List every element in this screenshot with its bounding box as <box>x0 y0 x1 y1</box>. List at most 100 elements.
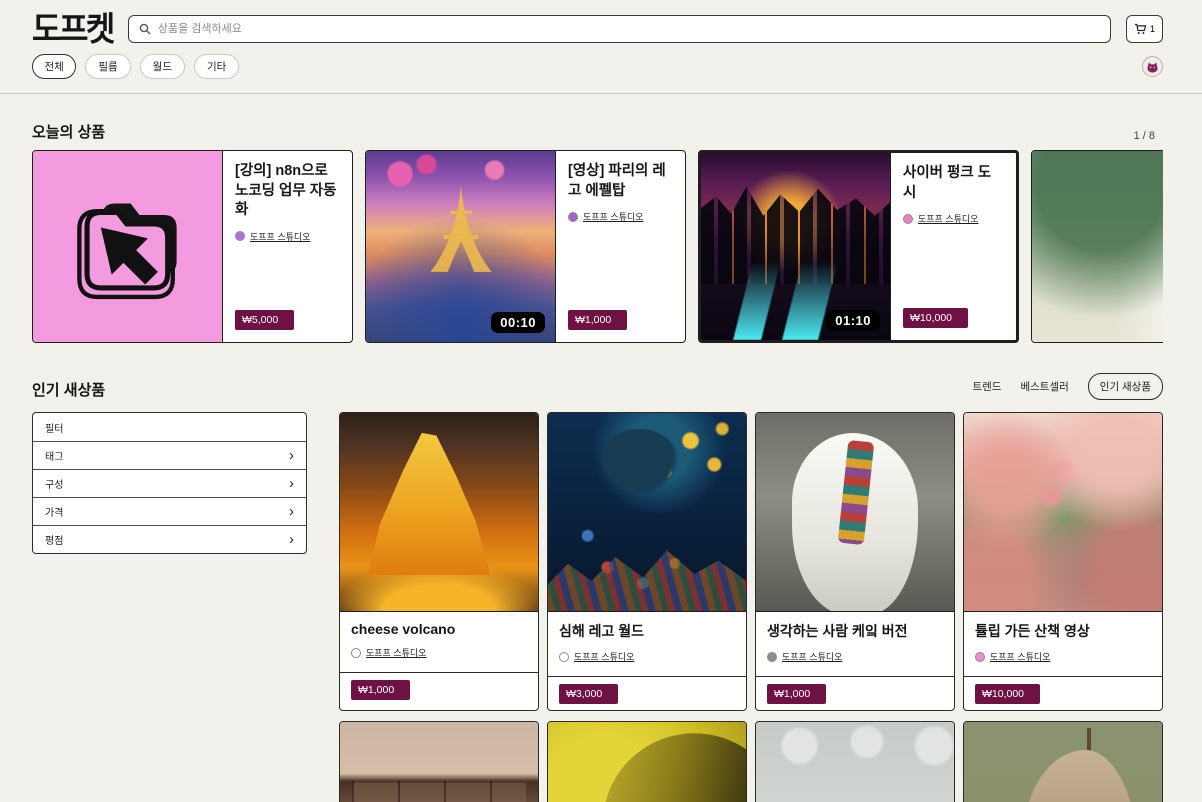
price-badge: ₩1,000 <box>351 680 410 700</box>
seller-name: 도프프 스튜디오 <box>990 650 1050 663</box>
seller-link[interactable]: 도프프 스튜디오 <box>903 212 1004 225</box>
chip-world[interactable]: 월드 <box>140 54 185 79</box>
today-card-paris-lego[interactable]: 00:10 [영상] 파리의 레고 에펠탑 도프프 스튜디오 ₩1,000 <box>365 150 686 343</box>
carousel-pagination: 1 / 8 <box>1134 130 1163 142</box>
chevron-right-icon: › <box>289 476 294 491</box>
filter-item-label: 태그 <box>45 448 63 463</box>
chip-film[interactable]: 필름 <box>85 54 130 79</box>
today-card-n8n-course[interactable]: [강의] n8n으로 노코딩 업무 자동화 도프프 스튜디오 ₩5,000 <box>32 150 353 343</box>
product-image-yellow-lamp <box>548 722 746 802</box>
filter-item-composition[interactable]: 구성 › <box>33 469 306 497</box>
popular-tabs: 트렌드 베스트셀러 인기 새상품 <box>972 373 1163 400</box>
chevron-right-icon: › <box>289 448 294 463</box>
price-badge: ₩10,000 <box>975 684 1040 704</box>
store-window-shape <box>352 781 526 802</box>
search-input[interactable] <box>158 23 1100 35</box>
cat-icon <box>1146 61 1159 73</box>
seller-avatar <box>767 652 777 662</box>
product-image-cyberpunk-city: 01:10 <box>701 153 891 340</box>
product-image-deep-sea-lego <box>548 413 746 612</box>
product-card-thinker-cake[interactable]: 생각하는 사람 케잌 버전 도프프 스튜디오 ₩1,000 <box>755 412 955 711</box>
seller-name: 도프프 스튜디오 <box>574 650 634 663</box>
filter-sidebar: 필터 태그 › 구성 › 가격 › 평점 › <box>32 412 307 554</box>
cart-icon <box>1134 23 1147 35</box>
seller-name: 도프프 스튜디오 <box>583 210 643 223</box>
folder-cursor-icon <box>64 183 192 311</box>
seller-link[interactable]: 도프프 스튜디오 <box>767 650 943 663</box>
product-card-storefront[interactable] <box>339 721 539 802</box>
seller-avatar <box>351 648 361 658</box>
video-duration-badge: 00:10 <box>491 312 545 333</box>
product-title: 튤립 가든 산책 영상 <box>975 621 1151 641</box>
seller-link[interactable]: 도프프 스튜디오 <box>975 650 1151 663</box>
logo[interactable]: 도프켓 <box>32 12 113 45</box>
product-card-cheese-volcano[interactable]: cheese volcano 도프프 스튜디오 ₩1,000 <box>339 412 539 711</box>
seller-avatar <box>235 231 245 241</box>
category-filter-chips: 전체 필름 월드 기타 <box>32 54 239 79</box>
today-carousel: [강의] n8n으로 노코딩 업무 자동화 도프프 스튜디오 ₩5,000 00… <box>32 150 1163 343</box>
header-divider <box>0 93 1202 94</box>
search-icon <box>139 23 151 35</box>
city-skyline-shape <box>701 187 890 284</box>
price-badge: ₩3,000 <box>559 684 618 704</box>
user-avatar[interactable] <box>1142 56 1163 77</box>
filter-item-label: 구성 <box>45 476 63 491</box>
filter-item-price[interactable]: 가격 › <box>33 497 306 525</box>
seller-name: 도프프 스튜디오 <box>366 646 426 659</box>
cart-count: 1 <box>1150 24 1155 35</box>
sprout-shape <box>1087 728 1091 752</box>
product-image-stone-thinker <box>964 722 1162 802</box>
seller-link[interactable]: 도프프 스튜디오 <box>568 210 673 223</box>
product-image-clothing-storefront <box>340 722 538 802</box>
lamp-shade-shape <box>579 722 746 802</box>
product-card-stone-thinker[interactable] <box>963 721 1163 802</box>
seller-avatar <box>568 212 578 222</box>
filter-item-rating[interactable]: 평점 › <box>33 525 306 553</box>
product-image-balcony-cafe <box>1032 151 1163 342</box>
tab-popular-new[interactable]: 인기 새상품 <box>1088 373 1163 400</box>
product-title: [강의] n8n으로 노코딩 업무 자동화 <box>235 162 340 221</box>
filter-item-label: 가격 <box>45 504 63 519</box>
product-card-deep-sea-lego[interactable]: 심해 레고 월드 도프프 스튜디오 ₩3,000 <box>547 412 747 711</box>
product-title: cheese volcano <box>351 621 527 637</box>
filter-item-label: 평점 <box>45 532 63 547</box>
seller-name: 도프프 스튜디오 <box>782 650 842 663</box>
seller-link[interactable]: 도프프 스튜디오 <box>351 646 527 659</box>
product-card-tulip-garden[interactable]: 튤립 가든 산책 영상 도프프 스튜디오 ₩10,000 <box>963 412 1163 711</box>
chevron-right-icon: › <box>289 532 294 547</box>
seller-avatar <box>559 652 569 662</box>
section-title-today: 오늘의 상품 <box>32 121 105 142</box>
product-grid: cheese volcano 도프프 스튜디오 ₩1,000 <box>339 412 1163 802</box>
seller-avatar <box>903 214 913 224</box>
filter-title: 필터 <box>45 420 63 435</box>
octopus-shape <box>599 429 678 496</box>
product-image-paris-eiffel: 00:10 <box>366 151 556 342</box>
section-title-popular: 인기 새상품 <box>32 379 105 400</box>
popular-products-section: 인기 새상품 트렌드 베스트셀러 인기 새상품 필터 태그 › 구성 › <box>32 373 1163 802</box>
tab-trend[interactable]: 트렌드 <box>972 379 1001 394</box>
volcano-cone-shape <box>368 433 491 576</box>
price-badge: ₩10,000 <box>903 308 968 328</box>
product-card-beach-walk[interactable] <box>755 721 955 802</box>
seller-name: 도프프 스튜디오 <box>918 212 978 225</box>
product-card-yellow-lamp[interactable] <box>547 721 747 802</box>
product-image-tulip-garden <box>964 413 1162 612</box>
filter-item-tag[interactable]: 태그 › <box>33 441 306 469</box>
search-bar[interactable] <box>128 15 1111 43</box>
tab-bestseller[interactable]: 베스트셀러 <box>1020 379 1068 394</box>
chevron-right-icon: › <box>289 504 294 519</box>
chip-etc[interactable]: 기타 <box>194 54 239 79</box>
seller-avatar <box>975 652 985 662</box>
lego-reef-shape <box>548 544 746 611</box>
chip-all[interactable]: 전체 <box>32 54 76 79</box>
product-title: [영상] 파리의 레고 에펠탑 <box>568 162 673 201</box>
today-card-partial-balcony[interactable] <box>1031 150 1163 343</box>
header: 도프켓 1 전체 필름 월드 기타 <box>0 0 1202 94</box>
seller-link[interactable]: 도프프 스튜디오 <box>559 650 735 663</box>
cart-button[interactable]: 1 <box>1126 15 1163 43</box>
today-products-section: 오늘의 상품 1 / 8 [강의] n8n으로 노코딩 업무 <box>32 121 1163 343</box>
seller-link[interactable]: 도프프 스튜디오 <box>235 230 340 243</box>
product-title: 생각하는 사람 케잌 버전 <box>767 621 943 641</box>
sculpture-shape <box>1023 750 1138 802</box>
today-card-cyberpunk-city[interactable]: 01:10 사이버 펑크 도시 도프프 스튜디오 ₩10,000 <box>698 150 1019 343</box>
